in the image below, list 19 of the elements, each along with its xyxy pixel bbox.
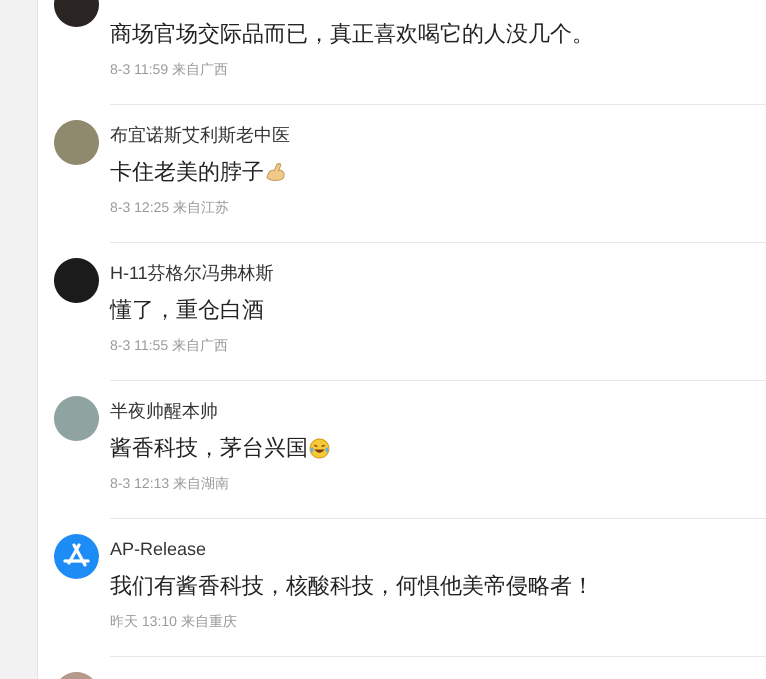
comment-time-location: 8-3 11:55 来自广西 <box>110 336 230 355</box>
comment-text: 我们有酱香科技，核酸科技，何惧他美帝侵略者！ <box>110 572 594 600</box>
comment-text: 酱香科技，茅台兴国 <box>110 434 308 462</box>
comment-text: 卡住老美的脖子 <box>110 158 264 186</box>
user-name[interactable]: AP-Release <box>110 534 766 564</box>
comment-time-location: 8-3 11:59 来自广西 <box>110 60 230 79</box>
avatar-photo-placeholder <box>54 258 99 303</box>
avatar-photo-placeholder <box>54 396 99 441</box>
comment-text: 懂了，重仓白酒 <box>110 296 264 324</box>
laughing-face-emoji-icon <box>309 438 330 458</box>
comment-time-location: 8-3 12:13 来自湖南 <box>110 474 230 493</box>
user-name[interactable]: H-11芬格尔冯弗林斯 <box>110 258 766 288</box>
avatar-photo-placeholder <box>54 120 99 165</box>
user-name[interactable]: 布宜诺斯艾利斯老中医 <box>110 120 766 150</box>
comment-time-location: 8-3 12:25 来自江苏 <box>110 198 230 217</box>
comment-time-location: 昨天 13:10 来自重庆 <box>110 612 238 631</box>
app-store-avatar-icon <box>54 534 99 579</box>
comment-text: 商场官场交际品而已，真正喜欢喝它的人没几个。 <box>110 20 594 48</box>
user-name[interactable]: 半夜帅醒本帅 <box>110 396 766 426</box>
